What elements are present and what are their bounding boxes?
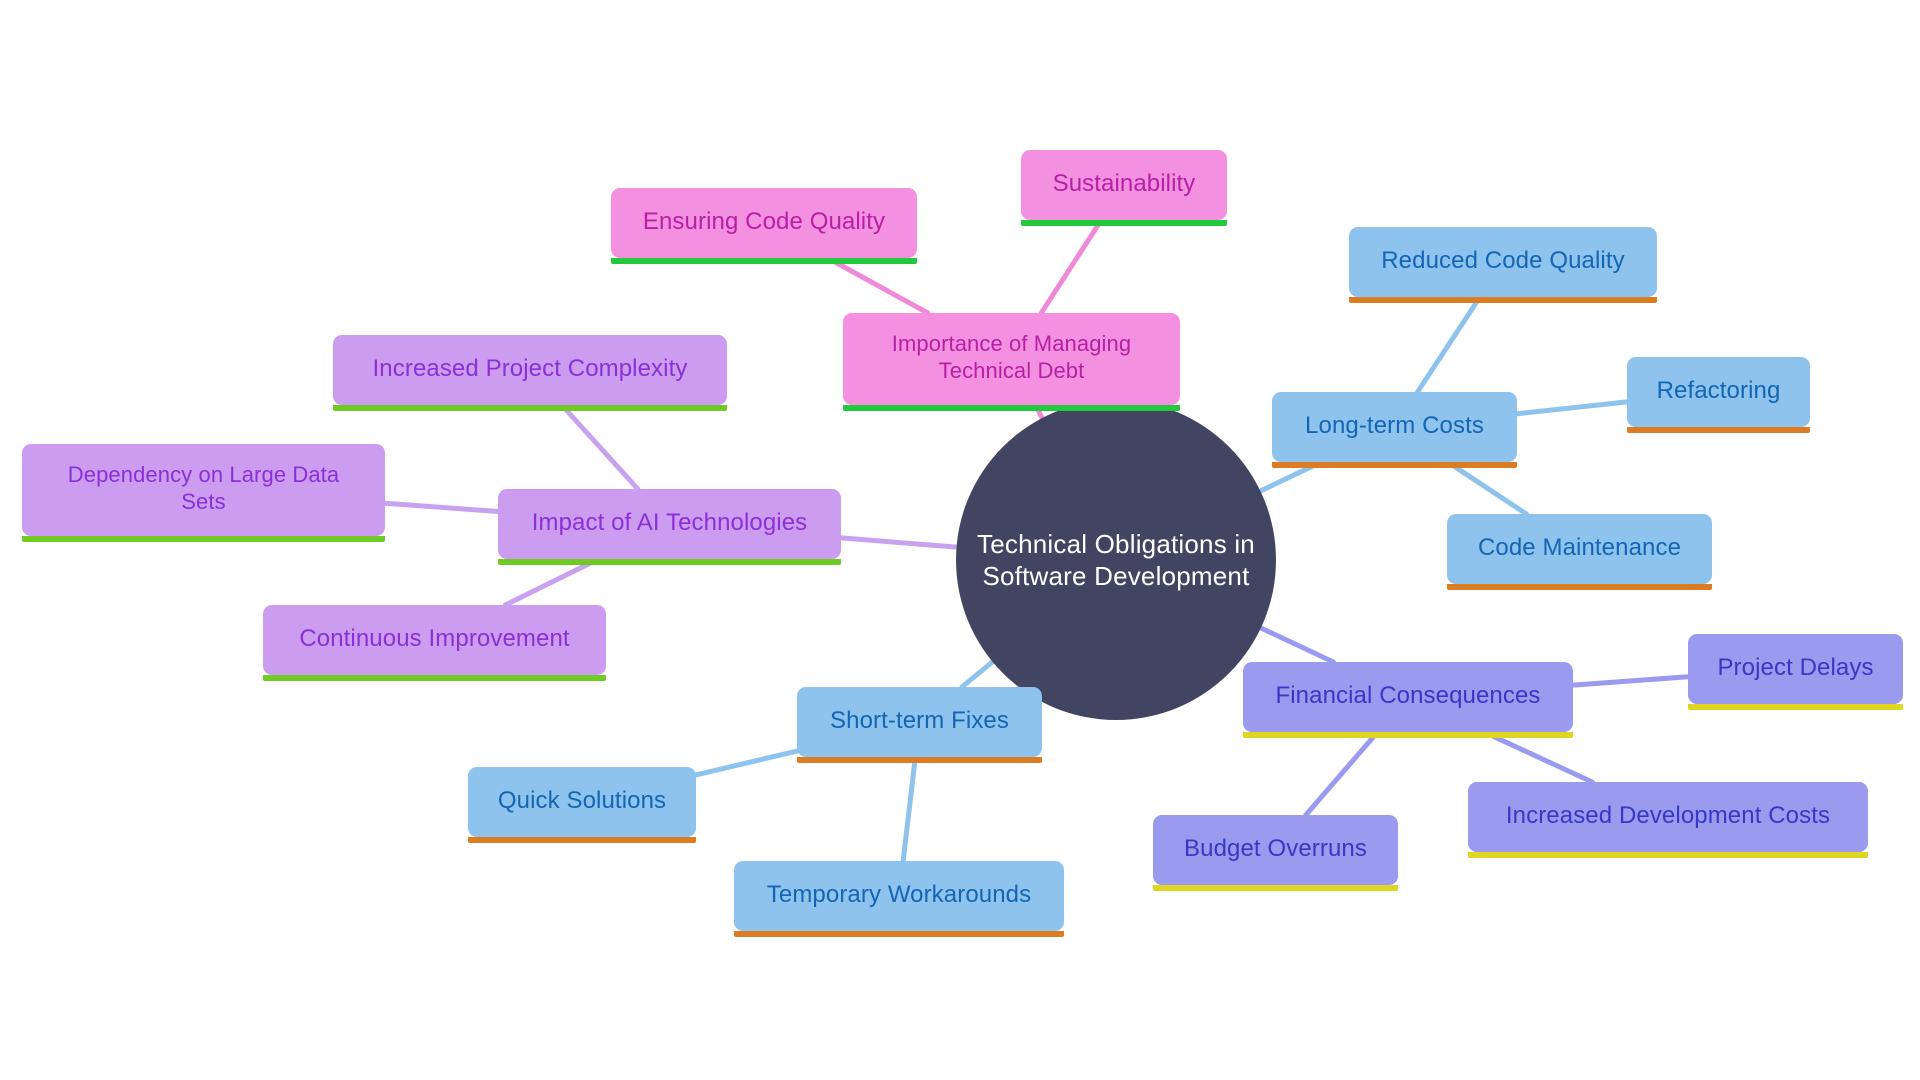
mind-map-edge: [1415, 294, 1483, 395]
node-underline: [263, 675, 606, 681]
node-label: Refactoring: [1656, 377, 1781, 405]
mind-map-edge: [1445, 459, 1529, 517]
node-underline: [1021, 220, 1227, 226]
node-label: Importance of Managing Technical Debt: [891, 331, 1132, 383]
mind-map-node-long-term-costs[interactable]: Long-term Costs: [1272, 392, 1517, 468]
mind-map-node-continuous-improvement[interactable]: Continuous Improvement: [263, 605, 606, 681]
node-underline: [1688, 704, 1903, 710]
mind-map-edge: [502, 556, 602, 608]
node-label: Ensuring Code Quality: [642, 208, 886, 236]
node-underline: [22, 536, 385, 542]
mind-map-node-dependency-on-large-data-sets[interactable]: Dependency on Large Data Sets: [22, 444, 385, 542]
node-underline: [611, 258, 917, 264]
node-underline: [734, 931, 1064, 937]
node-underline: [797, 757, 1042, 763]
node-label: Temporary Workarounds: [766, 881, 1032, 909]
node-underline: [1349, 297, 1657, 303]
mind-map-node-impact-of-ai-technologies[interactable]: Impact of AI Technologies: [498, 489, 841, 565]
mind-map-edge: [825, 255, 931, 316]
mind-map-canvas: Technical Obligations in Software Develo…: [0, 0, 1920, 1080]
node-underline: [1243, 732, 1573, 738]
mind-map-edge: [559, 402, 641, 492]
mind-map-node-project-delays[interactable]: Project Delays: [1688, 634, 1903, 710]
mind-map-node-sustainability[interactable]: Sustainability: [1021, 150, 1227, 226]
mind-map-center-node[interactable]: Technical Obligations in Software Develo…: [956, 400, 1276, 720]
node-label: Sustainability: [1052, 170, 1196, 198]
mind-map-node-short-term-fixes[interactable]: Short-term Fixes: [797, 687, 1042, 763]
node-label: Financial Consequences: [1275, 682, 1541, 710]
node-label: Increased Development Costs: [1505, 802, 1831, 830]
mind-map-node-increased-project-complexity[interactable]: Increased Project Complexity: [333, 335, 727, 411]
mind-map-edge: [1038, 217, 1104, 316]
mind-map-edge: [382, 500, 501, 514]
node-label: Increased Project Complexity: [372, 355, 688, 383]
node-label: Impact of AI Technologies: [531, 509, 808, 537]
mind-map-edge: [838, 535, 960, 550]
mind-map-node-importance-of-managing-technical-debt[interactable]: Importance of Managing Technical Debt: [843, 313, 1180, 411]
node-label: Budget Overruns: [1184, 835, 1367, 863]
mind-map-edge: [1570, 674, 1691, 688]
node-underline: [1627, 427, 1810, 433]
node-underline: [1468, 852, 1868, 858]
mind-map-edge: [959, 659, 996, 690]
mind-map-node-ensuring-code-quality[interactable]: Ensuring Code Quality: [611, 188, 917, 264]
mind-map-edge: [1258, 625, 1336, 665]
mind-map-edge: [900, 754, 918, 864]
mind-map-node-code-maintenance[interactable]: Code Maintenance: [1447, 514, 1712, 590]
node-label: Project Delays: [1717, 654, 1874, 682]
mind-map-edge: [1481, 729, 1595, 785]
node-label: Dependency on Large Data Sets: [67, 462, 340, 514]
mind-map-edge: [1514, 399, 1630, 417]
mind-map-node-budget-overruns[interactable]: Budget Overruns: [1153, 815, 1398, 891]
node-underline: [1153, 885, 1398, 891]
node-underline: [468, 837, 696, 843]
node-underline: [1447, 584, 1712, 590]
node-label: Code Maintenance: [1477, 534, 1682, 562]
node-underline: [498, 559, 841, 565]
node-underline: [333, 405, 727, 411]
mind-map-node-financial-consequences[interactable]: Financial Consequences: [1243, 662, 1573, 738]
mind-map-node-temporary-workarounds[interactable]: Temporary Workarounds: [734, 861, 1064, 937]
node-label: Reduced Code Quality: [1381, 247, 1625, 275]
mind-map-node-quick-solutions[interactable]: Quick Solutions: [468, 767, 696, 843]
node-label: Long-term Costs: [1305, 412, 1484, 440]
node-underline: [1272, 462, 1517, 468]
mind-map-node-reduced-code-quality[interactable]: Reduced Code Quality: [1349, 227, 1657, 303]
node-underline: [843, 405, 1180, 411]
mind-map-edge: [693, 748, 800, 778]
mind-map-node-increased-development-costs[interactable]: Increased Development Costs: [1468, 782, 1868, 858]
node-label: Continuous Improvement: [299, 625, 570, 653]
node-label: Quick Solutions: [497, 787, 667, 815]
node-label: Short-term Fixes: [830, 707, 1009, 735]
mind-map-edge: [1303, 729, 1381, 818]
mind-map-node-refactoring[interactable]: Refactoring: [1627, 357, 1810, 433]
